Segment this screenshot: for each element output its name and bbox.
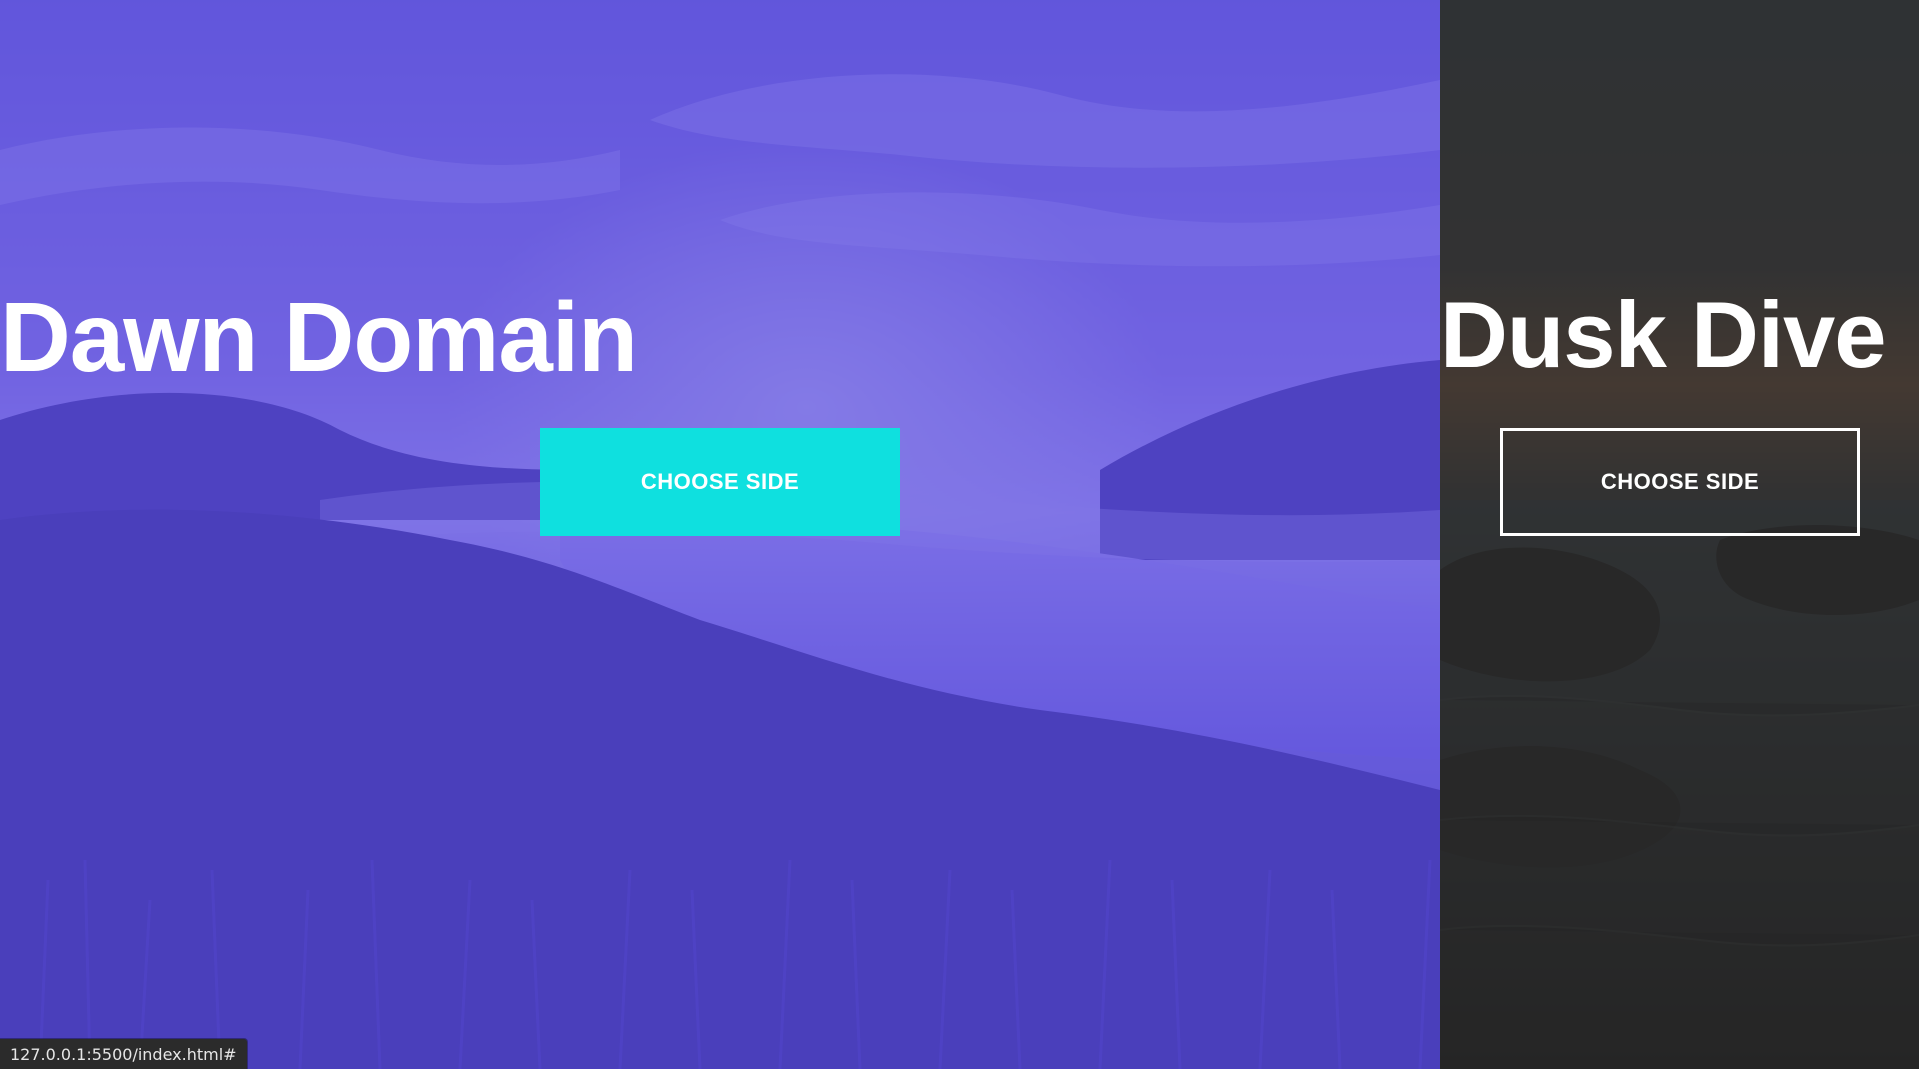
- dusk-panel[interactable]: Dusk Dive Choose Side: [1440, 0, 1919, 1069]
- dusk-choose-side-button[interactable]: Choose Side: [1500, 428, 1860, 536]
- dawn-title: Dawn Domain: [0, 282, 638, 392]
- dawn-panel[interactable]: Dawn Domain Choose Side: [0, 0, 1440, 1069]
- dawn-choose-side-button[interactable]: Choose Side: [540, 428, 900, 536]
- dusk-title: Dusk Dive: [1440, 282, 1887, 387]
- status-url: 127.0.0.1:5500/index.html#: [10, 1044, 237, 1064]
- split-landing-page: Dawn Domain Choose Side: [0, 0, 1919, 1069]
- browser-status-bar: 127.0.0.1:5500/index.html#: [0, 1039, 247, 1069]
